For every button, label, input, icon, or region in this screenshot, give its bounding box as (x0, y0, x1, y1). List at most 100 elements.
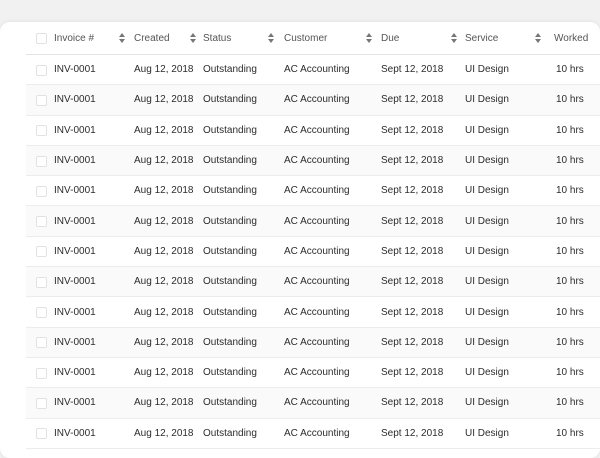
cell-status: Outstanding (203, 367, 257, 379)
column-header-created[interactable]: Created (134, 22, 170, 54)
sort-status-icon[interactable] (268, 33, 274, 43)
cell-invoice: INV-0001 (54, 185, 96, 197)
row-checkbox[interactable] (36, 246, 47, 258)
cell-due: Sept 12, 2018 (381, 367, 444, 379)
cell-worked: 10 hrs (556, 306, 584, 318)
table-row[interactable]: INV-0001 Aug 12, 2018 Outstanding AC Accoun… (26, 327, 600, 358)
cell-customer: AC Accounting (284, 124, 350, 136)
cell-worked: 10 hrs (556, 64, 584, 76)
cell-due: Sept 12, 2018 (381, 276, 444, 288)
row-checkbox[interactable] (36, 185, 47, 197)
cell-worked: 10 hrs (556, 155, 584, 167)
cell-status: Outstanding (203, 64, 257, 76)
cell-service: UI Design (465, 185, 509, 197)
row-checkbox[interactable] (36, 367, 47, 379)
column-header-service[interactable]: Service (465, 22, 498, 54)
column-header-status[interactable]: Status (203, 22, 231, 54)
cell-customer: AC Accounting (284, 94, 350, 106)
cell-worked: 10 hrs (556, 215, 584, 227)
cell-status: Outstanding (203, 185, 257, 197)
cell-customer: AC Accounting (284, 215, 350, 227)
table-row[interactable]: INV-0001 Aug 12, 2018 Outstanding AC Accoun… (26, 206, 600, 237)
cell-created: Aug 12, 2018 (134, 336, 194, 348)
cell-service: UI Design (465, 336, 509, 348)
row-checkbox[interactable] (36, 428, 47, 440)
row-checkbox[interactable] (36, 307, 47, 319)
cell-customer: AC Accounting (284, 185, 350, 197)
cell-due: Sept 12, 2018 (381, 215, 444, 227)
cell-service: UI Design (465, 397, 509, 409)
cell-service: UI Design (465, 215, 509, 227)
cell-invoice: INV-0001 (54, 397, 96, 409)
cell-invoice: INV-0001 (54, 306, 96, 318)
cell-invoice: INV-0001 (54, 245, 96, 257)
sort-created-icon[interactable] (190, 33, 196, 43)
cell-invoice: INV-0001 (54, 64, 96, 76)
table-row[interactable]: INV-0001 Aug 12, 2018 Outstanding AC Accoun… (26, 388, 600, 419)
sort-invoice-icon[interactable] (119, 33, 125, 43)
cell-due: Sept 12, 2018 (381, 185, 444, 197)
sort-customer-icon[interactable] (366, 33, 372, 43)
cell-customer: AC Accounting (284, 397, 350, 409)
cell-status: Outstanding (203, 306, 257, 318)
cell-status: Outstanding (203, 276, 257, 288)
column-header-invoice[interactable]: Invoice # (54, 22, 94, 54)
column-header-due[interactable]: Due (381, 22, 399, 54)
table-row[interactable]: INV-0001 Aug 12, 2018 Outstanding AC Accoun… (26, 85, 600, 116)
select-all-checkbox[interactable] (36, 33, 47, 44)
cell-due: Sept 12, 2018 (381, 245, 444, 257)
cell-worked: 10 hrs (556, 124, 584, 136)
cell-customer: AC Accounting (284, 367, 350, 379)
cell-created: Aug 12, 2018 (134, 124, 194, 136)
cell-invoice: INV-0001 (54, 155, 96, 167)
cell-worked: 10 hrs (556, 94, 584, 106)
row-checkbox[interactable] (36, 397, 47, 409)
cell-created: Aug 12, 2018 (134, 155, 194, 167)
cell-created: Aug 12, 2018 (134, 185, 194, 197)
cell-status: Outstanding (203, 245, 257, 257)
table-row[interactable]: INV-0001 Aug 12, 2018 Outstanding AC Accoun… (26, 116, 600, 146)
cell-customer: AC Accounting (284, 306, 350, 318)
sort-due-icon[interactable] (451, 33, 457, 43)
cell-customer: AC Accounting (284, 155, 350, 167)
cell-status: Outstanding (203, 397, 257, 409)
row-checkbox[interactable] (36, 337, 47, 349)
table-row[interactable]: INV-0001 Aug 12, 2018 Outstanding AC Accoun… (26, 145, 600, 177)
table-row[interactable]: INV-0001 Aug 12, 2018 Outstanding AC Accoun… (26, 419, 600, 449)
table-row[interactable]: INV-0001 Aug 12, 2018 Outstanding AC Accoun… (26, 358, 600, 389)
cell-due: Sept 12, 2018 (381, 397, 444, 409)
cell-service: UI Design (465, 124, 509, 136)
cell-status: Outstanding (203, 155, 257, 167)
cell-due: Sept 12, 2018 (381, 155, 444, 167)
cell-invoice: INV-0001 (54, 336, 96, 348)
cell-created: Aug 12, 2018 (134, 276, 194, 288)
row-checkbox[interactable] (36, 216, 47, 228)
cell-status: Outstanding (203, 124, 257, 136)
table-row[interactable]: INV-0001 Aug 12, 2018 Outstanding AC Accoun… (26, 237, 600, 268)
row-checkbox[interactable] (36, 155, 47, 167)
table-header-row: Invoice # Created Status Customer Due Se… (26, 22, 600, 55)
column-header-worked[interactable]: Worked (554, 22, 588, 54)
cell-invoice: INV-0001 (54, 427, 96, 439)
cell-worked: 10 hrs (556, 276, 584, 288)
cell-worked: 10 hrs (556, 336, 584, 348)
row-checkbox[interactable] (36, 276, 47, 288)
cell-due: Sept 12, 2018 (381, 94, 444, 106)
cell-due: Sept 12, 2018 (381, 306, 444, 318)
cell-service: UI Design (465, 245, 509, 257)
cell-invoice: INV-0001 (54, 276, 96, 288)
table-row[interactable]: INV-0001 Aug 12, 2018 Outstanding AC Accoun… (26, 297, 600, 328)
cell-service: UI Design (465, 155, 509, 167)
cell-service: UI Design (465, 64, 509, 76)
table-row[interactable]: INV-0001 Aug 12, 2018 Outstanding AC Accoun… (26, 267, 600, 298)
row-checkbox[interactable] (36, 125, 47, 137)
table-row[interactable]: INV-0001 Aug 12, 2018 Outstanding AC Accoun… (26, 176, 600, 207)
cell-invoice: INV-0001 (54, 367, 96, 379)
row-checkbox[interactable] (36, 64, 47, 76)
table-row[interactable]: INV-0001 Aug 12, 2018 Outstanding AC Accoun… (26, 55, 600, 86)
column-header-customer[interactable]: Customer (284, 22, 327, 54)
row-checkbox[interactable] (36, 94, 47, 106)
cell-worked: 10 hrs (556, 185, 584, 197)
sort-service-icon[interactable] (535, 33, 541, 43)
cell-due: Sept 12, 2018 (381, 427, 444, 439)
